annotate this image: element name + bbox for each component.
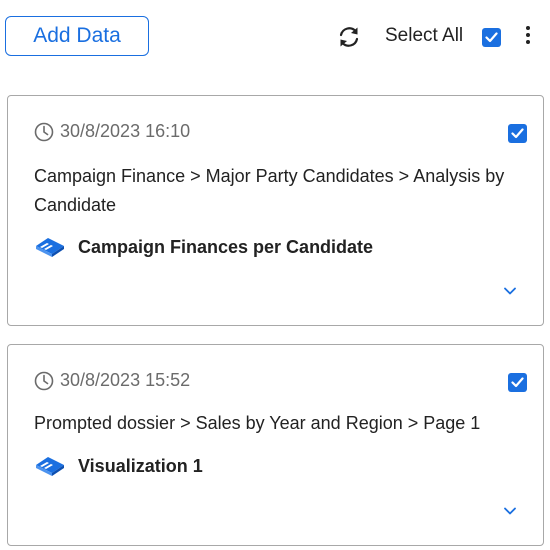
data-card[interactable]: 30/8/2023 16:10 Campaign Finance > Major… [7,95,544,326]
clock-icon [34,371,54,390]
dossier-icon [36,238,64,257]
select-all-checkbox[interactable] [482,28,501,47]
chevron-down-icon[interactable] [503,286,517,296]
select-all-label: Select All [385,25,464,46]
item-row: Visualization 1 [34,455,203,477]
add-data-button[interactable]: Add Data [5,16,149,56]
timestamp: 30/8/2023 15:52 [34,370,190,391]
card-checkbox[interactable] [508,124,527,143]
checkmark-icon [485,32,498,43]
chevron-down-icon[interactable] [503,506,517,516]
clock-icon [34,122,54,141]
checkmark-icon [511,128,524,139]
timestamp-text: 30/8/2023 15:52 [60,370,191,390]
more-options-icon[interactable] [523,26,533,48]
object-path: Prompted dossier > Sales by Year and Reg… [34,413,481,433]
timestamp: 30/8/2023 16:10 [34,121,190,142]
data-card[interactable]: 30/8/2023 15:52 Prompted dossier > Sales… [7,344,544,546]
refresh-icon[interactable] [336,24,362,50]
item-name: Visualization 1 [78,455,203,476]
item-row: Campaign Finances per Candidate [34,236,373,258]
dossier-icon [36,457,64,476]
card-checkbox[interactable] [508,373,527,392]
object-path: Campaign Finance > Major Party Candidate… [34,166,505,215]
toolbar: Add Data Select All [0,0,550,75]
timestamp-text: 30/8/2023 16:10 [60,121,191,141]
item-name: Campaign Finances per Candidate [78,236,374,257]
checkmark-icon [511,377,524,388]
